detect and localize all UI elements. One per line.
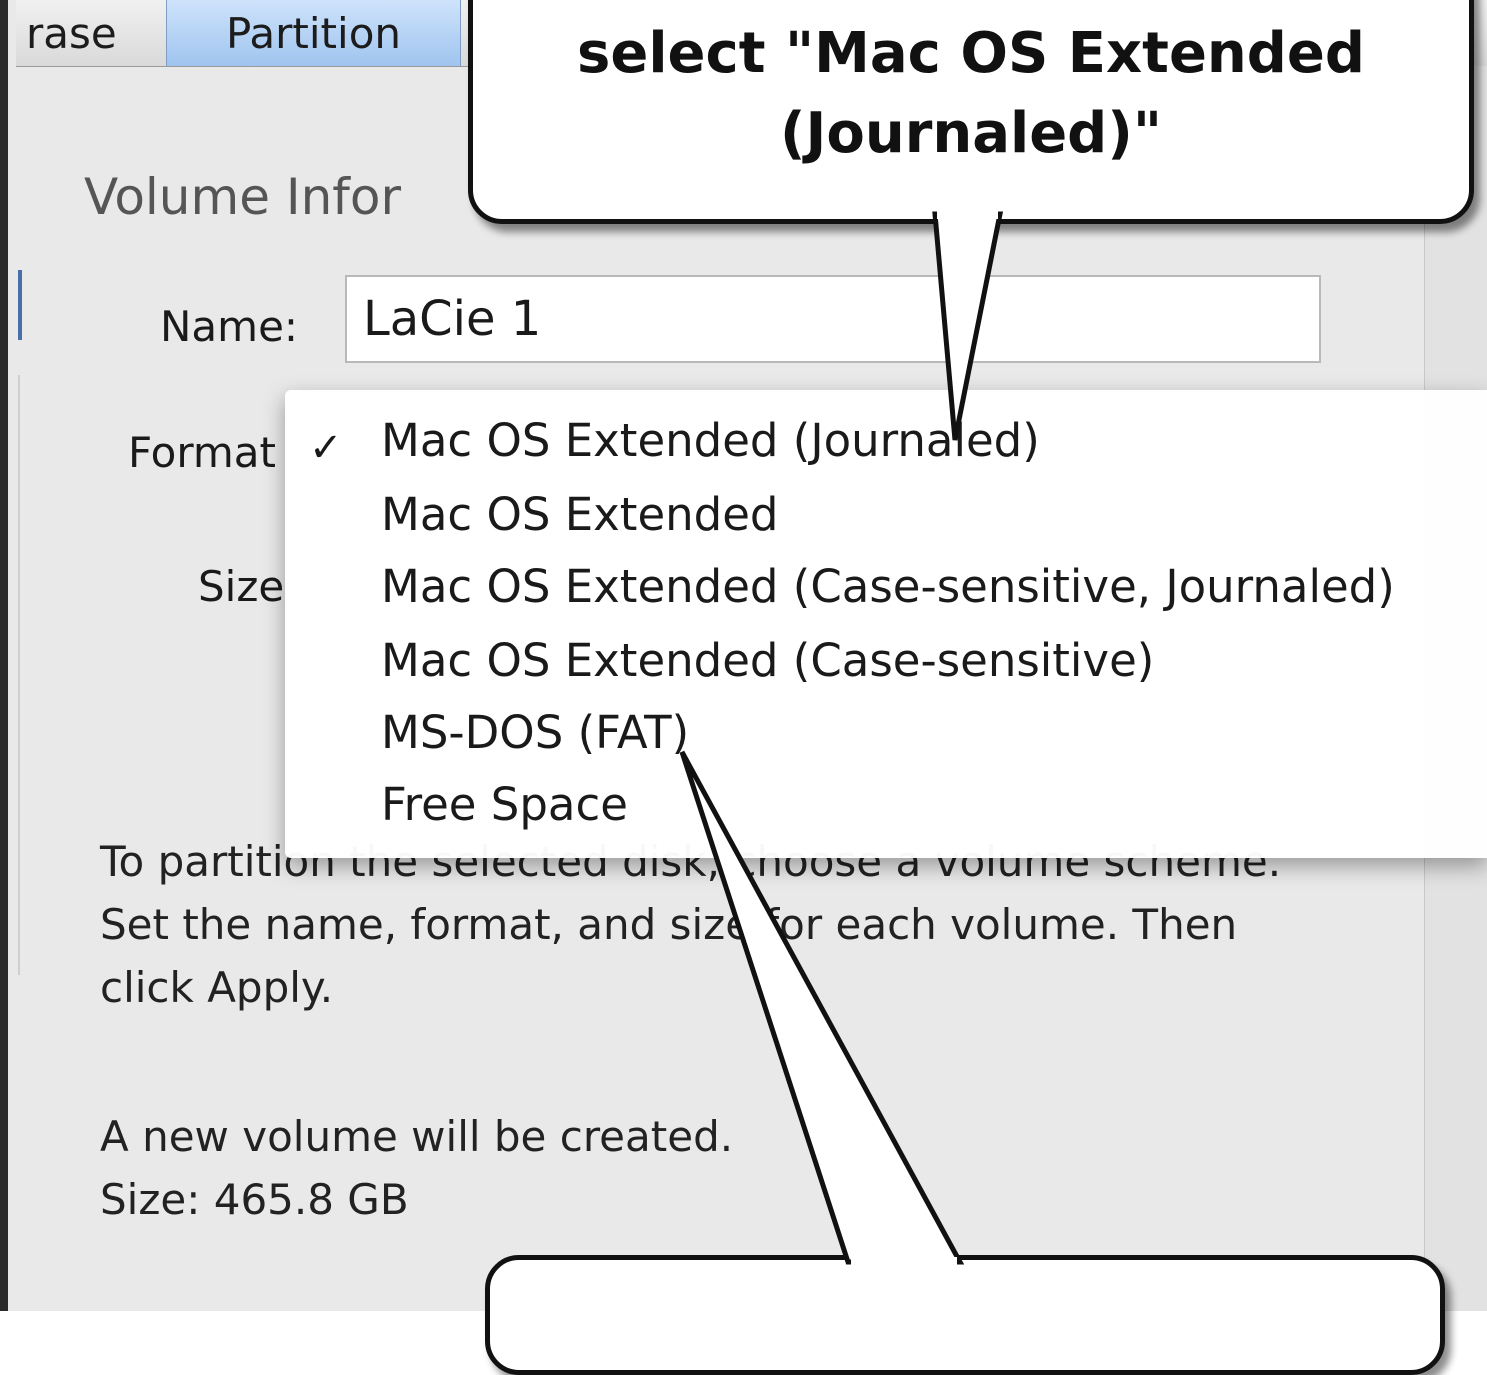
callout-bottom-pointer: [679, 750, 965, 1271]
